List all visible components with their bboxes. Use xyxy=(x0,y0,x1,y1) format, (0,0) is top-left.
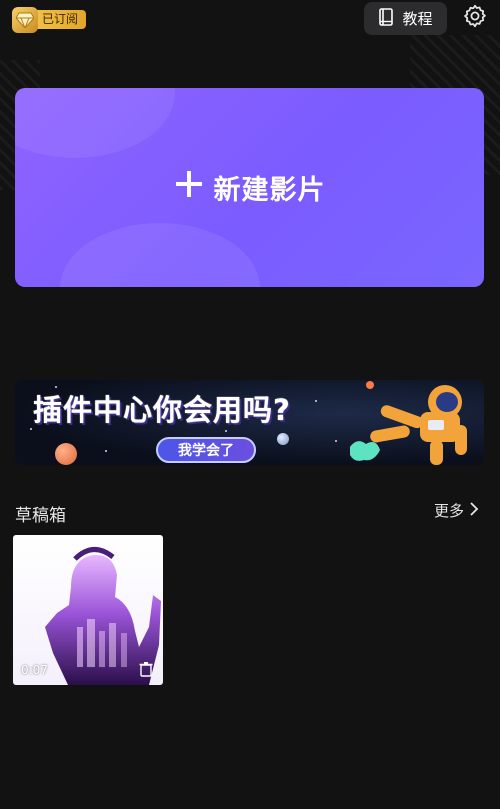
plus-icon xyxy=(174,169,204,206)
star-decoration xyxy=(30,428,32,430)
decorative-blob xyxy=(60,223,260,287)
star-decoration xyxy=(225,430,227,432)
star-decoration xyxy=(335,440,337,442)
tutorial-label: 教程 xyxy=(402,10,433,28)
decorative-blob xyxy=(15,88,175,158)
drafts-section-title: 草稿箱 xyxy=(15,506,66,526)
new-project-label: 新建影片 xyxy=(213,175,326,206)
star-decoration xyxy=(315,400,317,402)
planet-decoration xyxy=(55,443,77,465)
trash-icon[interactable] xyxy=(139,661,155,679)
drafts-more-link[interactable]: 更多 xyxy=(434,500,480,521)
more-label: 更多 xyxy=(433,502,464,520)
plugin-center-banner[interactable]: 插件中心你会用吗? 我学会了 xyxy=(15,380,484,465)
new-project-button[interactable]: 新建影片 xyxy=(15,88,484,287)
diamond-icon xyxy=(12,6,38,33)
star-decoration xyxy=(105,450,107,452)
tutorial-button[interactable]: 教程 xyxy=(364,2,447,35)
banner-cta-button[interactable]: 我学会了 xyxy=(156,437,256,463)
draft-duration: 0:07 xyxy=(21,663,48,677)
astronaut-illustration xyxy=(348,380,484,465)
settings-button[interactable] xyxy=(461,4,489,32)
book-icon xyxy=(378,7,394,30)
draft-item[interactable]: 0:07 xyxy=(13,535,163,685)
gear-icon xyxy=(462,3,488,33)
chevron-right-icon xyxy=(468,501,480,521)
banner-headline: 插件中心你会用吗? xyxy=(33,393,291,427)
subscription-label: 已订阅 xyxy=(32,10,87,29)
subscription-badge[interactable]: 已订阅 xyxy=(12,6,87,33)
planet-decoration xyxy=(277,433,289,445)
